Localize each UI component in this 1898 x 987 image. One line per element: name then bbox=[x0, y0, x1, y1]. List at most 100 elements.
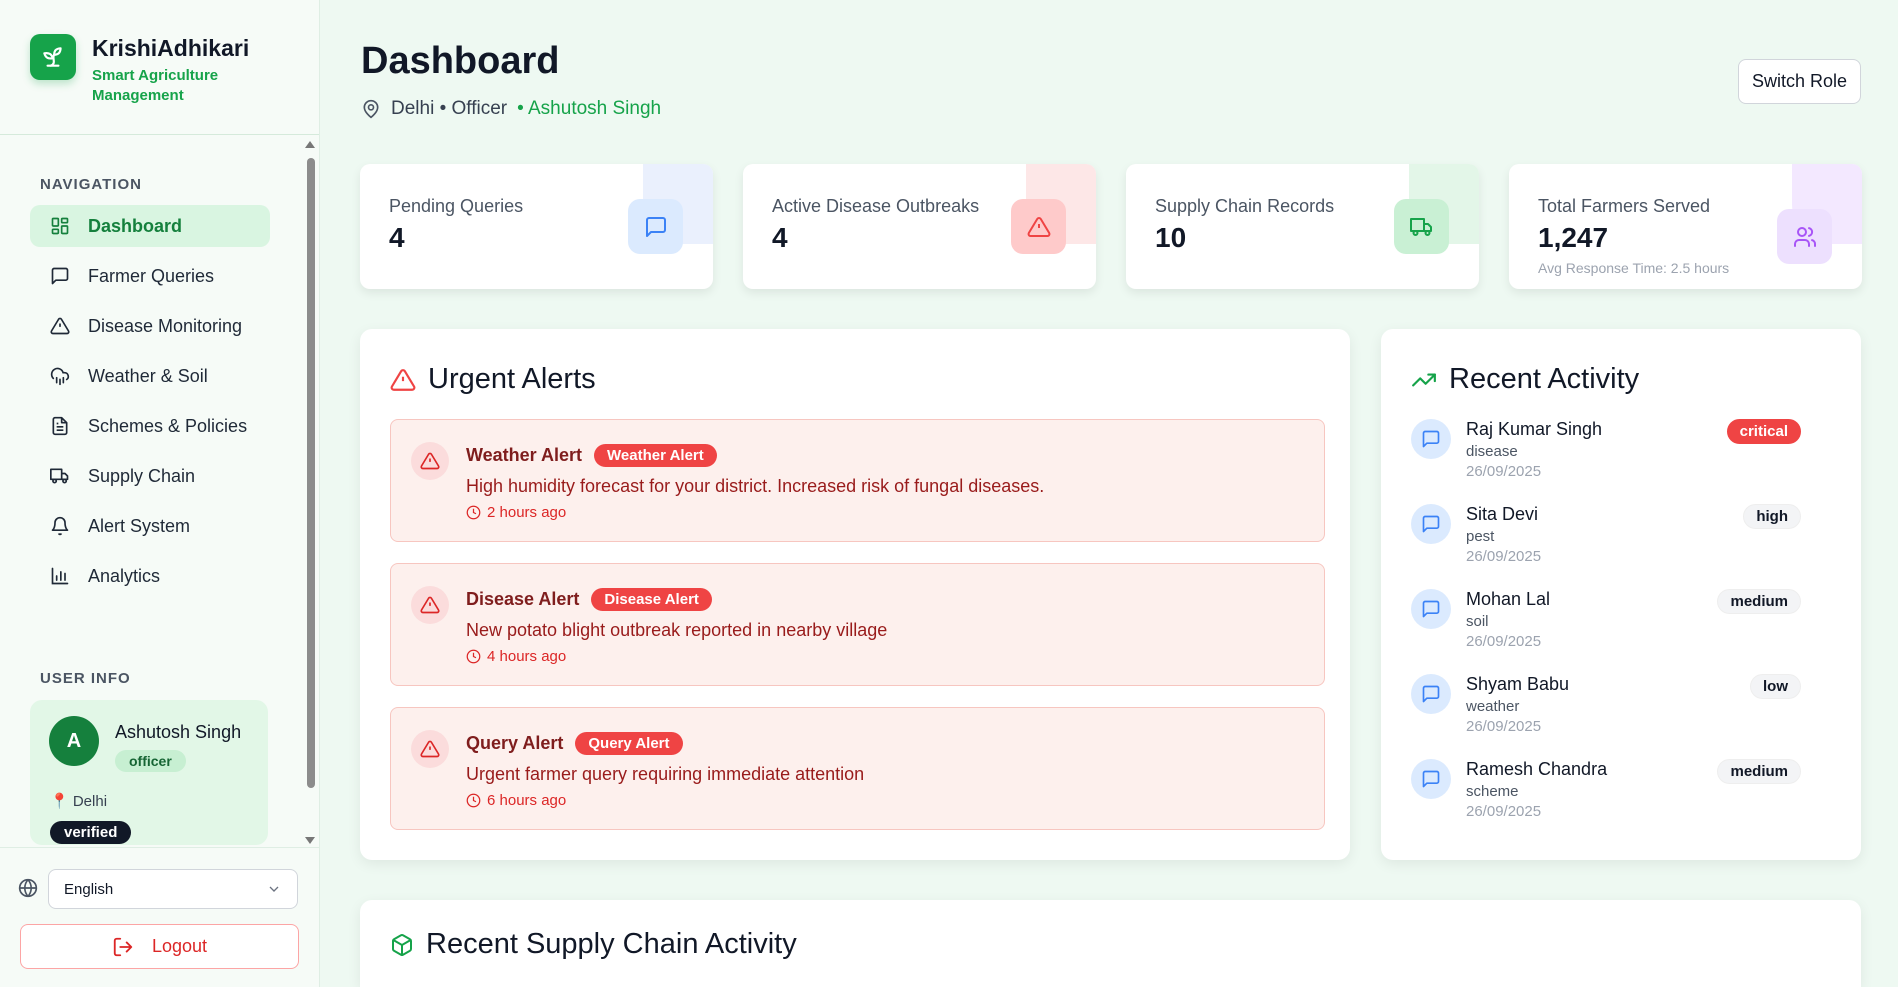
sidebar-item-alert-system[interactable]: Alert System bbox=[30, 505, 270, 547]
alert-item[interactable]: Disease Alert Disease Alert New potato b… bbox=[390, 563, 1325, 686]
recent-activity-heading: Recent Activity bbox=[1411, 363, 1639, 396]
priority-badge: low bbox=[1750, 674, 1801, 699]
logout-button[interactable]: Logout bbox=[20, 924, 299, 969]
sidebar-item-label: Dashboard bbox=[88, 215, 183, 236]
sprout-icon bbox=[30, 34, 76, 80]
recent-activity-card: Recent Activity Raj Kumar Singh disease … bbox=[1381, 329, 1861, 860]
message-icon bbox=[1411, 504, 1451, 544]
message-icon bbox=[628, 199, 683, 254]
stat-label: Active Disease Outbreaks bbox=[772, 196, 980, 216]
supply-chain-card: Recent Supply Chain Activity bbox=[360, 900, 1861, 987]
sidebar-item-label: Alert System bbox=[88, 515, 191, 536]
brand: KrishiAdhikari Smart Agriculture Managem… bbox=[0, 0, 319, 135]
sidebar-item-schemes-policies[interactable]: Schemes & Policies bbox=[30, 405, 270, 447]
stat-subtext: Avg Response Time: 2.5 hours bbox=[1538, 260, 1730, 276]
activity-item[interactable]: Ramesh Chandra scheme 26/09/2025 medium bbox=[1411, 759, 1831, 829]
activity-name: Ramesh Chandra bbox=[1466, 759, 1608, 779]
sidebar-footer: English Logout bbox=[0, 847, 320, 987]
stat-value: 1,247 bbox=[1538, 222, 1609, 253]
language-value: English bbox=[64, 880, 114, 898]
users-icon bbox=[1777, 209, 1832, 264]
message-icon bbox=[51, 267, 69, 285]
alert-time-row: 2 hours ago bbox=[466, 504, 566, 521]
alert-text: Urgent farmer query requiring immediate … bbox=[466, 764, 865, 784]
package-icon bbox=[392, 933, 412, 956]
activity-item[interactable]: Sita Devi pest 26/09/2025 high bbox=[1411, 504, 1831, 574]
user-name: Ashutosh Singh bbox=[115, 722, 242, 742]
message-icon bbox=[1411, 419, 1451, 459]
card-title: Urgent Alerts bbox=[428, 363, 596, 395]
truck-icon bbox=[50, 468, 69, 484]
dashboard-icon bbox=[51, 217, 69, 235]
alert-time-row: 6 hours ago bbox=[466, 792, 566, 809]
alert-item[interactable]: Query Alert Query Alert Urgent farmer qu… bbox=[390, 707, 1325, 830]
user-card: A Ashutosh Singh officer 📍 Delhi verifie… bbox=[30, 700, 268, 845]
user-info-heading: USER INFO bbox=[40, 670, 131, 687]
globe-icon bbox=[18, 878, 38, 898]
sidebar-item-weather-soil[interactable]: Weather & Soil bbox=[30, 355, 270, 397]
main-content: Dashboard Delhi • Officer • Ashutosh Sin… bbox=[321, 0, 1898, 987]
card-title: Recent Activity bbox=[1449, 363, 1640, 395]
activity-item[interactable]: Mohan Lal soil 26/09/2025 medium bbox=[1411, 589, 1831, 659]
sidebar-item-analytics[interactable]: Analytics bbox=[30, 555, 270, 597]
warning-icon bbox=[50, 317, 70, 335]
supply-chain-heading: Recent Supply Chain Activity bbox=[390, 928, 797, 961]
alert-title: Disease Alert bbox=[466, 589, 580, 609]
stat-label: Total Farmers Served bbox=[1538, 196, 1711, 216]
scroll-up-arrow-icon[interactable] bbox=[304, 140, 316, 150]
activity-type: disease bbox=[1466, 443, 1518, 460]
page-title: Dashboard bbox=[361, 40, 560, 82]
sidebar-scroll-area: NAVIGATION Dashboard Farmer Queries Dise… bbox=[0, 136, 320, 846]
activity-item[interactable]: Raj Kumar Singh disease 26/09/2025 criti… bbox=[1411, 419, 1831, 489]
sidebar-item-farmer-queries[interactable]: Farmer Queries bbox=[30, 255, 270, 297]
scrollbar-thumb[interactable] bbox=[307, 158, 315, 788]
sidebar-item-label: Weather & Soil bbox=[88, 365, 208, 386]
stat-value: 10 bbox=[1155, 222, 1187, 253]
avatar: A bbox=[49, 716, 99, 766]
sidebar-item-supply-chain[interactable]: Supply Chain bbox=[30, 455, 270, 497]
message-icon bbox=[1411, 759, 1451, 799]
stat-card-disease-outbreaks: Active Disease Outbreaks 4 bbox=[743, 164, 1096, 289]
sidebar-item-label: Supply Chain bbox=[88, 465, 196, 486]
message-icon bbox=[1411, 674, 1451, 714]
stat-value: 4 bbox=[389, 222, 405, 253]
activity-date: 26/09/2025 bbox=[1466, 718, 1542, 735]
map-pin-icon bbox=[363, 99, 379, 119]
stat-card-supply-chain: Supply Chain Records 10 bbox=[1126, 164, 1479, 289]
alert-badge: Disease Alert bbox=[591, 588, 712, 611]
location-text: Delhi • Officer bbox=[391, 98, 508, 119]
sidebar-scrollbar[interactable] bbox=[304, 140, 316, 845]
warning-icon bbox=[411, 586, 449, 624]
verified-badge: verified bbox=[50, 821, 132, 844]
sidebar-item-dashboard[interactable]: Dashboard bbox=[30, 205, 270, 247]
warning-icon bbox=[1011, 199, 1066, 254]
document-icon bbox=[52, 416, 68, 436]
scroll-down-arrow-icon[interactable] bbox=[304, 835, 316, 845]
activity-name: Sita Devi bbox=[1466, 504, 1539, 524]
activity-date: 26/09/2025 bbox=[1466, 548, 1542, 565]
alert-badge: Weather Alert bbox=[594, 444, 717, 467]
activity-item[interactable]: Shyam Babu weather 26/09/2025 low bbox=[1411, 674, 1831, 744]
activity-name: Raj Kumar Singh bbox=[1466, 419, 1603, 439]
message-icon bbox=[1411, 589, 1451, 629]
stat-card-pending-queries: Pending Queries 4 bbox=[360, 164, 713, 289]
user-location: 📍 Delhi bbox=[50, 793, 108, 810]
urgent-alerts-heading: Urgent Alerts bbox=[390, 363, 596, 396]
activity-type: pest bbox=[1466, 528, 1495, 545]
sidebar-item-disease-monitoring[interactable]: Disease Monitoring bbox=[30, 305, 270, 347]
alert-item[interactable]: Weather Alert Weather Alert High humidit… bbox=[390, 419, 1325, 542]
stat-label: Pending Queries bbox=[389, 196, 524, 216]
current-user-name: • Ashutosh Singh bbox=[517, 98, 662, 119]
switch-role-button[interactable]: Switch Role bbox=[1738, 59, 1861, 104]
alert-time: 2 hours ago bbox=[487, 504, 567, 521]
language-select[interactable]: English bbox=[48, 869, 298, 909]
alert-time: 6 hours ago bbox=[487, 792, 567, 809]
stat-value: 4 bbox=[772, 222, 788, 253]
priority-badge: critical bbox=[1726, 419, 1801, 444]
navigation-heading: NAVIGATION bbox=[40, 176, 142, 193]
truck-icon bbox=[1394, 199, 1449, 254]
activity-type: scheme bbox=[1466, 783, 1519, 800]
priority-badge: high bbox=[1743, 504, 1801, 529]
alert-title-row: Disease Alert Disease Alert bbox=[466, 588, 712, 611]
bell-icon bbox=[51, 516, 69, 536]
